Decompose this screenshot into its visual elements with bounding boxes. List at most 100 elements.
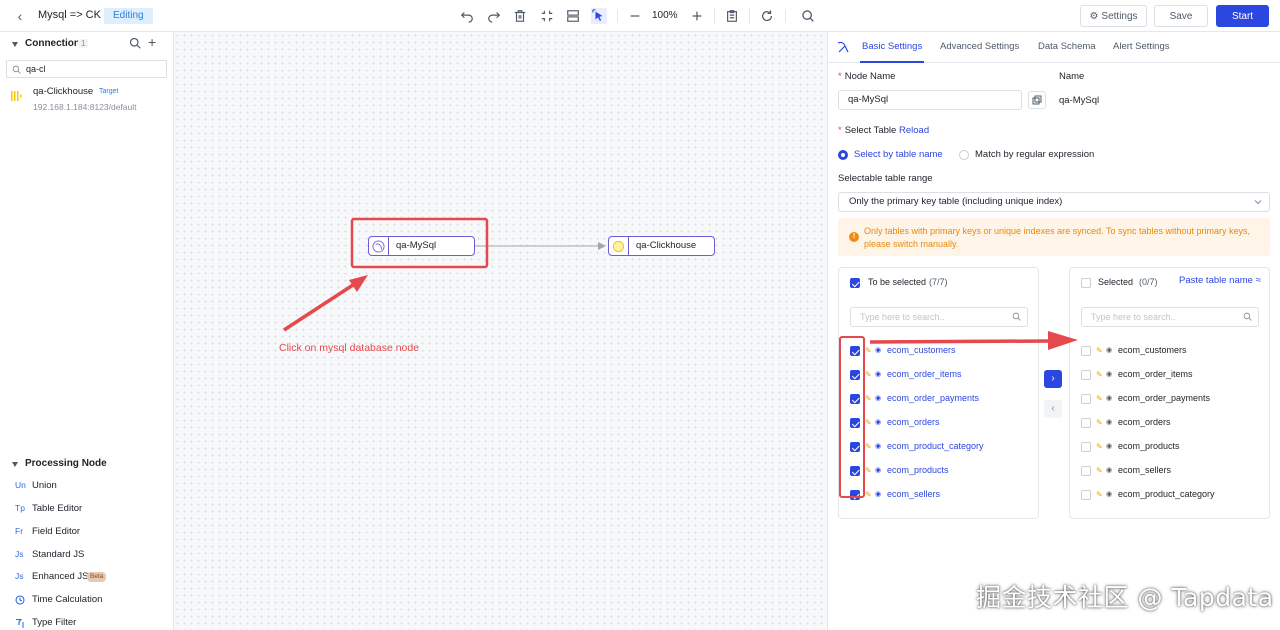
zoom-out-icon[interactable] [627, 8, 643, 24]
tab-basic-settings[interactable]: Basic Settings [862, 41, 922, 52]
index-icon: ◉ [875, 371, 882, 378]
table-checkbox[interactable] [850, 418, 860, 428]
processing-node-section-header[interactable]: Processing Node [0, 455, 174, 473]
table-row[interactable]: ✎ ◉ ecom_customers [1070, 342, 1269, 360]
index-icon: ◉ [875, 491, 882, 498]
table-row[interactable]: ✎ ◉ ecom_order_items [839, 366, 1038, 384]
table-row[interactable]: ✎ ◉ ecom_orders [839, 414, 1038, 432]
index-icon: ◉ [1106, 491, 1113, 498]
primary-key-icon: ✎ [1096, 394, 1103, 403]
table-checkbox[interactable] [1081, 490, 1091, 500]
table-checkbox[interactable] [1081, 442, 1091, 452]
radio-match-by-regex[interactable] [959, 150, 969, 160]
table-row[interactable]: ✎ ◉ ecom_sellers [1070, 462, 1269, 480]
toolbar-divider [749, 9, 750, 23]
node-name-input[interactable]: qa-MySql [838, 90, 1022, 110]
radio-select-by-name-label[interactable]: Select by table name [854, 149, 943, 160]
fit-view-icon[interactable] [539, 8, 555, 24]
table-row[interactable]: ✎ ◉ ecom_products [1070, 438, 1269, 456]
table-checkbox[interactable] [1081, 466, 1091, 476]
table-row[interactable]: ✎ ◉ ecom_product_category [839, 438, 1038, 456]
tab-data-schema[interactable]: Data Schema [1038, 41, 1096, 52]
table-row[interactable]: ✎ ◉ ecom_sellers [839, 486, 1038, 504]
add-connection-icon[interactable]: + [148, 35, 156, 49]
index-icon: ◉ [1106, 467, 1113, 474]
table-checkbox[interactable] [850, 490, 860, 500]
table-row[interactable]: ✎ ◉ ecom_products [839, 462, 1038, 480]
table-checkbox[interactable] [850, 370, 860, 380]
primary-key-icon: ✎ [865, 490, 872, 499]
clickhouse-target-node[interactable]: qa-Clickhouse [608, 236, 715, 256]
table-row[interactable]: ✎ ◉ ecom_order_payments [1070, 390, 1269, 408]
select-mode-icon[interactable] [591, 8, 607, 24]
tab-advanced-settings[interactable]: Advanced Settings [940, 41, 1019, 52]
table-checkbox[interactable] [850, 466, 860, 476]
table-checkbox[interactable] [850, 442, 860, 452]
collapse-caret-icon[interactable] [12, 462, 18, 467]
chevron-down-icon [1254, 200, 1262, 205]
table-row[interactable]: ✎ ◉ ecom_order_payments [839, 390, 1038, 408]
table-row[interactable]: ✎ ◉ ecom_orders [1070, 414, 1269, 432]
processing-node-time-calculation[interactable]: Time Calculation [0, 591, 173, 609]
index-icon: ◉ [875, 467, 882, 474]
copy-icon [1032, 95, 1042, 105]
selected-search-input[interactable]: Type here to search.. [1081, 307, 1259, 327]
redo-icon[interactable] [486, 8, 502, 24]
union-icon: Un [15, 480, 26, 490]
table-checkbox[interactable] [850, 346, 860, 356]
processing-node-enhanced-js[interactable]: Js Enhanced JS Beta [0, 568, 173, 586]
processing-node-type-filter[interactable]: Type Filter [0, 614, 173, 630]
table-row[interactable]: ✎ ◉ ecom_customers [839, 342, 1038, 360]
search-icon[interactable] [129, 37, 141, 49]
select-all-checkbox[interactable] [1081, 278, 1091, 288]
clipboard-icon[interactable] [724, 8, 740, 24]
table-checkbox[interactable] [1081, 418, 1091, 428]
undo-icon[interactable] [459, 8, 475, 24]
move-left-button[interactable]: ‹ [1044, 400, 1062, 418]
radio-select-by-name[interactable] [838, 150, 848, 160]
processing-node-union[interactable]: Un Union [0, 477, 173, 495]
task-title: Mysql => CK [38, 9, 101, 21]
radio-match-by-regex-label[interactable]: Match by regular expression [975, 149, 1094, 160]
table-checkbox[interactable] [850, 394, 860, 404]
zoom-in-icon[interactable] [689, 8, 705, 24]
table-row[interactable]: ✎ ◉ ecom_product_category [1070, 486, 1269, 504]
table-editor-icon: Tp [15, 503, 25, 513]
tab-alert-settings[interactable]: Alert Settings [1113, 41, 1170, 52]
connection-host: 192.168.1.184:8123/default [33, 102, 137, 112]
dag-canvas[interactable]: qa-MySql qa-Clickhouse Click on mysql da… [174, 32, 828, 630]
delete-icon[interactable] [512, 8, 528, 24]
mysql-source-node[interactable]: qa-MySql [368, 236, 475, 256]
auto-layout-icon[interactable] [565, 8, 581, 24]
back-arrow-icon[interactable]: ‹ [12, 8, 28, 24]
search-icon[interactable] [800, 8, 816, 24]
table-row[interactable]: ✎ ◉ ecom_order_items [1070, 366, 1269, 384]
select-all-checkbox[interactable] [850, 278, 860, 288]
save-button[interactable]: Save [1154, 5, 1208, 27]
to-select-search-input[interactable]: Type here to search.. [850, 307, 1028, 327]
refresh-icon[interactable] [759, 8, 775, 24]
annotation-text: Click on mysql database node [279, 342, 420, 354]
start-button[interactable]: Start [1216, 5, 1269, 27]
connection-search-input[interactable]: qa-cl [6, 60, 167, 78]
processing-node-label: Enhanced JS [32, 571, 89, 582]
connection-section-header[interactable]: Connection 1 + [0, 32, 174, 56]
table-checkbox[interactable] [1081, 346, 1091, 356]
table-range-select[interactable]: Only the primary key table (including un… [838, 192, 1270, 212]
reload-link[interactable]: Reload [899, 125, 929, 136]
processing-node-standard-js[interactable]: Js Standard JS [0, 546, 173, 564]
move-right-button[interactable]: › [1044, 370, 1062, 388]
table-checkbox[interactable] [1081, 394, 1091, 404]
connection-item[interactable]: qa-Clickhouse Target 192.168.1.184:8123/… [0, 84, 173, 116]
table-checkbox[interactable] [1081, 370, 1091, 380]
filter-icon [16, 618, 24, 628]
editing-status-badge: Editing [104, 8, 153, 24]
processing-node-field-editor[interactable]: Fr Field Editor [0, 523, 173, 541]
top-toolbar: ‹ Mysql => CK Editing 100% ⚙ Settings Sa… [0, 0, 1280, 32]
copy-button[interactable] [1028, 91, 1046, 109]
settings-button[interactable]: ⚙ Settings [1080, 5, 1147, 27]
processing-node-table-editor[interactable]: Tp Table Editor [0, 500, 173, 518]
paste-table-name-link[interactable]: Paste table name ≈ [1179, 275, 1261, 286]
index-icon: ◉ [875, 395, 882, 402]
collapse-caret-icon[interactable] [12, 42, 18, 47]
